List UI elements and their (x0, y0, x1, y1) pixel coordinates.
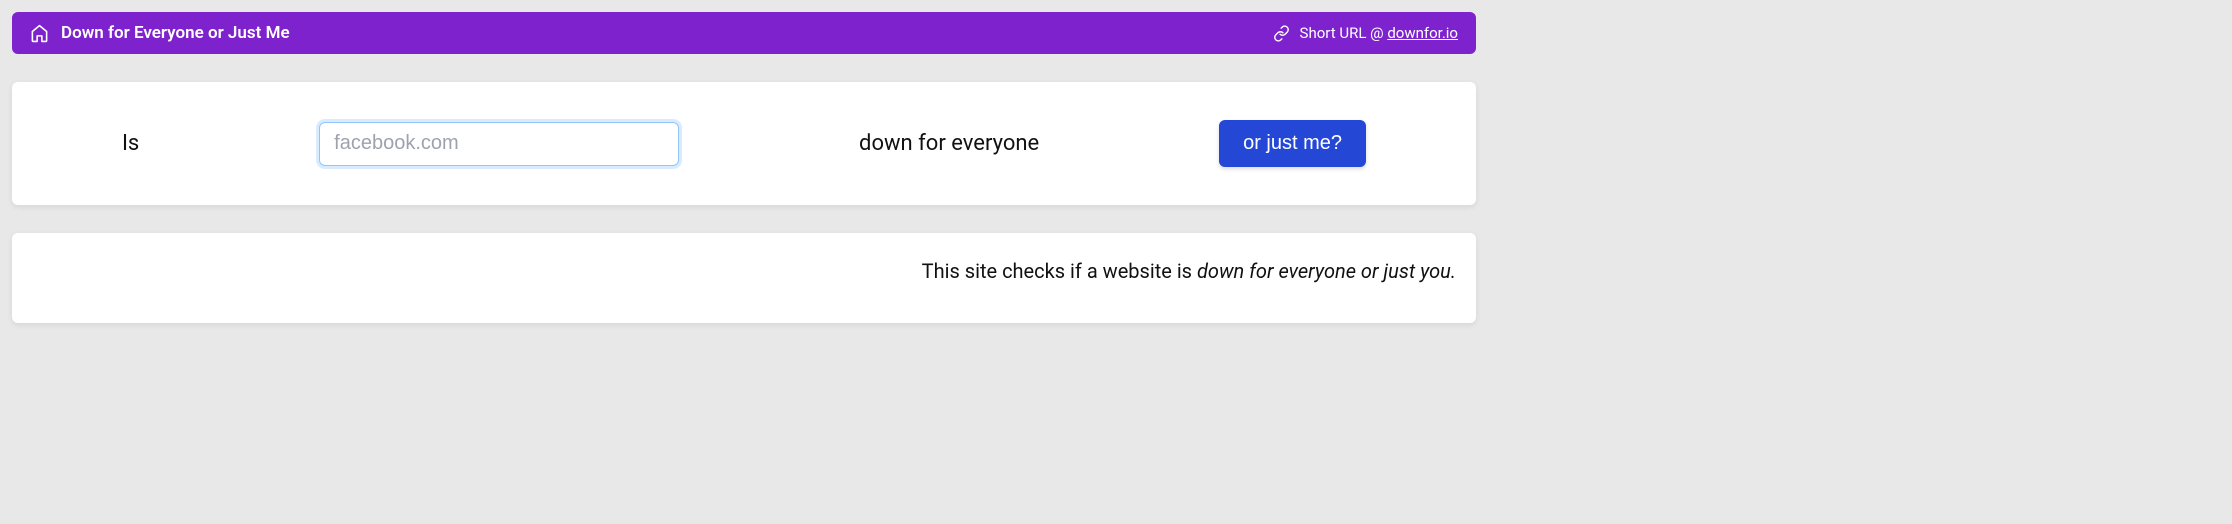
header-bar: Down for Everyone or Just Me Short URL @… (12, 12, 1476, 54)
short-url-link[interactable]: downfor.io (1387, 24, 1458, 42)
link-icon (1273, 25, 1290, 42)
check-button[interactable]: or just me? (1219, 120, 1366, 167)
middle-text: down for everyone (859, 131, 1039, 156)
info-prefix: This site checks if a website is (922, 259, 1197, 283)
url-input[interactable] (319, 122, 679, 166)
header-left: Down for Everyone or Just Me (30, 23, 290, 43)
header-right: Short URL @ downfor.io (1273, 24, 1458, 42)
site-title: Down for Everyone or Just Me (61, 23, 290, 43)
home-icon[interactable] (30, 24, 49, 43)
info-italic: down for everyone or just you. (1197, 259, 1456, 283)
prefix-text: Is (122, 131, 139, 156)
short-url-text: Short URL @ downfor.io (1300, 24, 1458, 42)
info-card: This site checks if a website is down fo… (12, 233, 1476, 323)
check-form-card: Is down for everyone or just me? (12, 82, 1476, 205)
short-url-prefix: Short URL @ (1300, 24, 1388, 42)
info-text: This site checks if a website is down fo… (922, 259, 1456, 283)
